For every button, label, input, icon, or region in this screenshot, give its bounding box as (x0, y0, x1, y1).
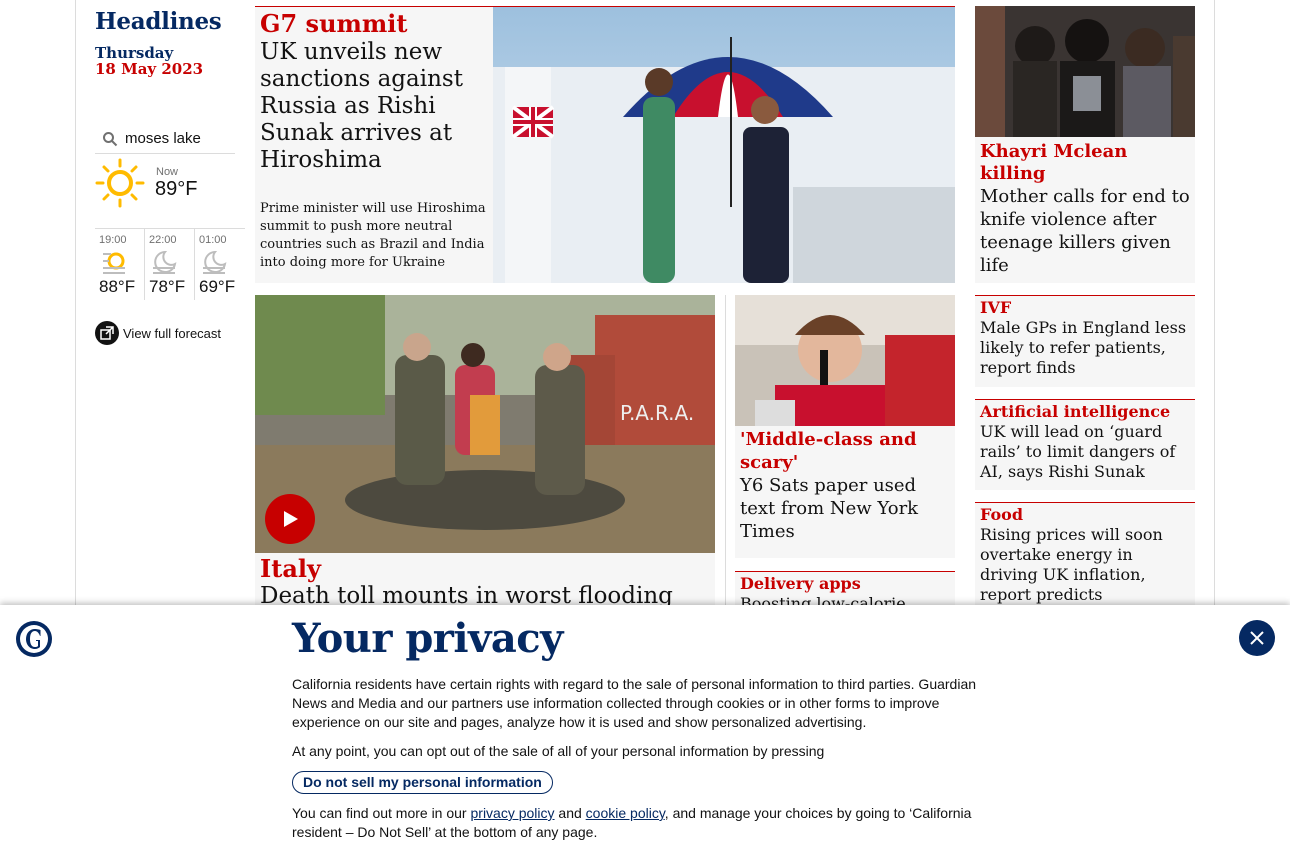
sats-story-photo (735, 295, 955, 426)
weather-location-text: moses lake (125, 130, 201, 147)
cookie-policy-link[interactable]: cookie policy (586, 805, 665, 821)
forecast-item: 19:00 88°F (95, 229, 145, 300)
search-icon (95, 131, 125, 147)
external-link-icon (95, 321, 119, 345)
close-icon (1250, 631, 1264, 645)
view-full-forecast-link[interactable]: View full forecast (95, 321, 221, 345)
privacy-body: California residents have certain rights… (292, 675, 997, 852)
forecast-time: 19:00 (99, 234, 127, 246)
section-title: Headlines (95, 8, 222, 35)
main-story-photo (493, 7, 955, 283)
story-kicker: Artificial intelligence (980, 402, 1171, 421)
ai-story-card[interactable]: Artificial intelligence UK will lead on … (975, 399, 1195, 490)
close-button[interactable] (1239, 620, 1275, 656)
privacy-title: Your privacy (292, 615, 563, 662)
story-kicker: Delivery apps (740, 574, 861, 593)
story-kicker: 'Middle-class and scary' (740, 429, 917, 473)
story-headline[interactable]: UK unveils new sanctions against Russia … (260, 39, 488, 174)
forecast-time: 22:00 (149, 234, 177, 246)
forecast-item: 01:00 69°F (195, 229, 245, 300)
story-kicker: Khayri Mclean killing (980, 141, 1128, 184)
khayri-story-photo (975, 6, 1195, 137)
forecast-item: 22:00 78°F (145, 229, 195, 300)
sats-story-card[interactable]: 'Middle-class and scary' Y6 Sats paper u… (735, 295, 955, 558)
weather-now-label: Now (156, 166, 179, 178)
story-headline[interactable]: Y6 Sats paper used text from New York Ti… (740, 474, 950, 543)
main-story-card[interactable]: G7 summit UK unveils new sanctions again… (255, 6, 955, 283)
story-headline[interactable]: UK will lead on ‘guard rails’ to limit d… (980, 422, 1190, 482)
weather-now-temp: 89°F (155, 178, 198, 200)
privacy-paragraph: At any point, you can opt out of the sal… (292, 743, 825, 759)
story-standfirst: Prime minister will use Hiroshima summit… (260, 201, 486, 270)
privacy-paragraph: You can find out more in our privacy pol… (292, 804, 997, 842)
forecast-temp: 78°F (149, 277, 186, 296)
story-kicker: Food (980, 505, 1024, 524)
story-headline[interactable]: Rising prices will soon overtake energy … (980, 525, 1190, 605)
italy-story-card[interactable]: P.A.R.A. Italy Death toll mounts in wors… (255, 295, 715, 615)
view-full-forecast-label: View full forecast (123, 325, 222, 341)
play-video-button[interactable] (265, 494, 315, 544)
story-headline[interactable]: Mother calls for end to knife violence a… (980, 185, 1190, 277)
privacy-text: You can find out more in our (292, 805, 467, 821)
story-headline[interactable]: Male GPs in England less likely to refer… (980, 318, 1190, 378)
ivf-story-card[interactable]: IVF Male GPs in England less likely to r… (975, 295, 1195, 387)
hourly-forecast: 19:00 88°F 22:00 78°F 01:00 69°F (95, 228, 245, 300)
current-date: 18 May 2023 (95, 60, 204, 78)
italy-story-photo: P.A.R.A. (255, 295, 715, 553)
forecast-time: 01:00 (199, 234, 227, 246)
privacy-paragraph: California residents have certain rights… (292, 676, 977, 730)
moon-haze-icon (199, 248, 229, 276)
forecast-temp: 88°F (99, 277, 136, 296)
svg-text:P.A.R.A.: P.A.R.A. (620, 401, 694, 425)
food-story-card[interactable]: Food Rising prices will soon overtake en… (975, 502, 1195, 622)
guardian-logo-icon (16, 621, 52, 657)
khayri-story-card[interactable]: Khayri Mclean killing Mother calls for e… (975, 6, 1195, 283)
do-not-sell-button[interactable]: Do not sell my personal information (292, 771, 553, 794)
forecast-temp: 69°F (199, 277, 236, 296)
privacy-banner: Your privacy California residents have c… (0, 605, 1290, 857)
sun-haze-icon (99, 248, 129, 276)
story-kicker: Italy (260, 554, 321, 583)
column-divider (725, 295, 726, 615)
story-kicker: IVF (980, 298, 1012, 317)
sun-icon (95, 158, 145, 208)
moon-haze-icon (149, 248, 179, 276)
privacy-policy-link[interactable]: privacy policy (471, 805, 555, 821)
story-kicker: G7 summit (260, 9, 408, 38)
weather-location-input[interactable]: moses lake (95, 124, 235, 154)
privacy-text: and (558, 805, 582, 821)
